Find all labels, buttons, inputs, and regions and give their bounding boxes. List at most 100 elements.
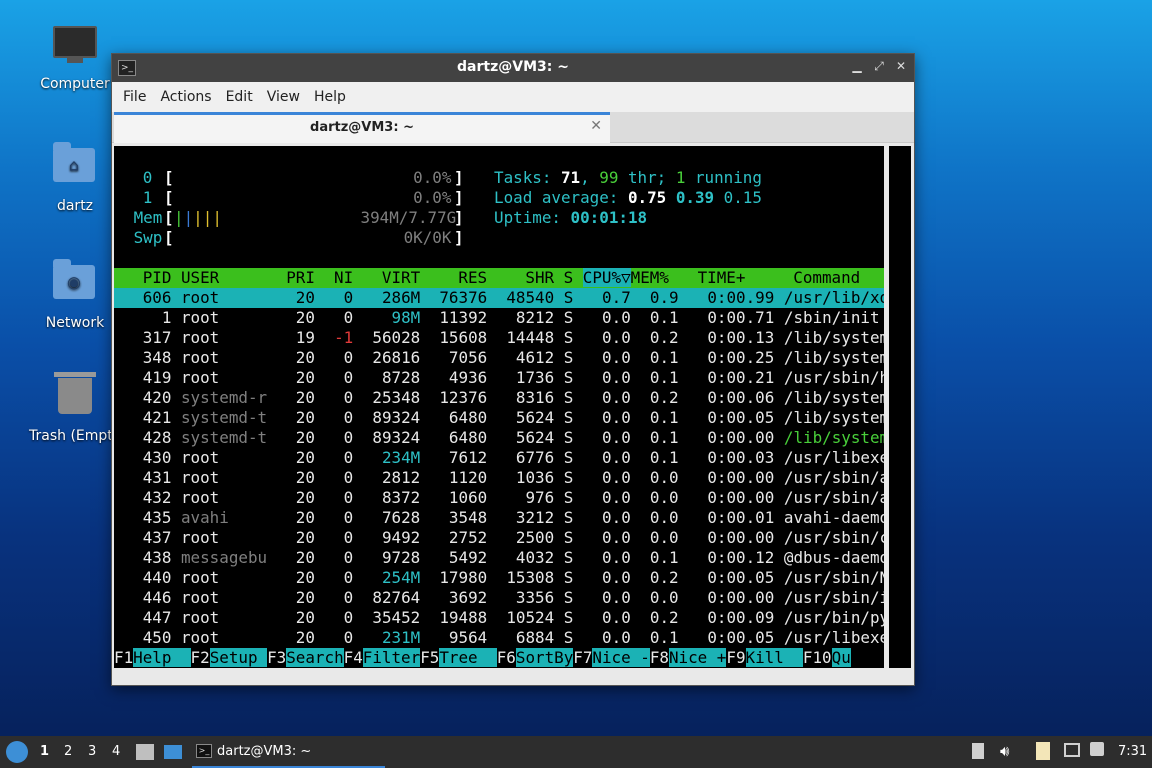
cell-space bbox=[573, 448, 583, 467]
table-row[interactable]: 437 root 20 0 9492 2752 2500 S 0.0 0.0 0… bbox=[114, 528, 884, 548]
cell-space bbox=[679, 428, 689, 447]
load-1min: 0.75 bbox=[627, 188, 667, 207]
fkey-f3[interactable]: F3Search bbox=[267, 648, 344, 667]
cell-state: S bbox=[563, 588, 574, 607]
cell-space bbox=[774, 548, 784, 567]
cell-space bbox=[353, 468, 363, 487]
desktop-icon-home[interactable]: ⌂ dartz bbox=[30, 140, 120, 214]
cell-cpu: 0.0 bbox=[582, 428, 631, 447]
cell-space bbox=[774, 588, 784, 607]
cell-space bbox=[573, 348, 583, 367]
table-row[interactable]: 450 root 20 0 231M 9564 6884 S 0.0 0.1 0… bbox=[114, 628, 884, 648]
cell-space bbox=[267, 308, 277, 327]
desktop-icon-network[interactable]: ◉ Network bbox=[30, 257, 120, 331]
cell-space bbox=[774, 488, 784, 507]
cell-pid: 432 bbox=[114, 488, 172, 507]
window-titlebar[interactable]: >_ dartz@VM3: ~ ▁ ⤢ ✕ bbox=[112, 54, 914, 82]
start-menu-icon[interactable] bbox=[6, 741, 28, 763]
table-row[interactable]: 430 root 20 0 234M 7612 6776 S 0.0 0.1 0… bbox=[114, 448, 884, 468]
network-icon[interactable] bbox=[1064, 743, 1080, 757]
fkey-f2[interactable]: F2Setup bbox=[191, 648, 268, 667]
cell-time: 0:00.00 bbox=[688, 468, 775, 487]
cell-space bbox=[573, 628, 583, 647]
clipboard-icon[interactable] bbox=[1036, 742, 1050, 760]
cell-pri: 20 bbox=[276, 628, 315, 647]
cell-space bbox=[267, 428, 277, 447]
cell-space bbox=[487, 548, 497, 567]
fkey-f7[interactable]: F7Nice - bbox=[573, 648, 650, 667]
table-row[interactable]: 317 root 19 -1 56028 15608 14448 S 0.0 0… bbox=[114, 328, 884, 348]
process-table-header[interactable]: PID USER PRI NI VIRT RES SHR S CPU%▽MEM%… bbox=[114, 268, 884, 288]
fkey-f1[interactable]: F1Help bbox=[114, 648, 191, 667]
table-row[interactable]: 428 systemd-t 20 0 89324 6480 5624 S 0.0… bbox=[114, 428, 884, 448]
cell-space bbox=[353, 448, 363, 467]
cell-space bbox=[679, 568, 689, 587]
table-row[interactable]: 446 root 20 0 82764 3692 3356 S 0.0 0.0 … bbox=[114, 588, 884, 608]
cell-pri: 20 bbox=[276, 508, 315, 527]
cell-space bbox=[631, 608, 641, 627]
cell-pri: 20 bbox=[276, 408, 315, 427]
minimize-icon[interactable]: ▁ bbox=[848, 59, 866, 73]
cell-res: 7056 bbox=[429, 348, 488, 367]
fkey-label: Filter bbox=[362, 648, 421, 667]
workspace-1[interactable]: 1 bbox=[40, 744, 49, 759]
workspace-4[interactable]: 4 bbox=[112, 744, 120, 759]
cell-space bbox=[679, 468, 689, 487]
workspace-2[interactable]: 2 bbox=[64, 744, 72, 759]
show-desktop-icon[interactable] bbox=[136, 744, 154, 760]
terminal-content[interactable]: 0[ 0.0%] 1[ 0.0%] Mem[||||| 394M/7.77G] … bbox=[114, 146, 884, 668]
cell-space bbox=[487, 508, 497, 527]
fkey-label: Setup bbox=[209, 648, 268, 667]
cell-mem: 0.9 bbox=[640, 288, 679, 307]
cell-space bbox=[267, 368, 277, 387]
table-row[interactable]: 431 root 20 0 2812 1120 1036 S 0.0 0.0 0… bbox=[114, 468, 884, 488]
workspace-3[interactable]: 3 bbox=[88, 744, 96, 759]
table-row[interactable]: 1 root 20 0 98M 11392 8212 S 0.0 0.1 0:0… bbox=[114, 308, 884, 328]
notifications-icon[interactable] bbox=[1090, 742, 1104, 756]
menu-help[interactable]: Help bbox=[307, 89, 353, 105]
cell-mem: 0.1 bbox=[640, 368, 679, 387]
clock[interactable]: 7:31 bbox=[1118, 744, 1147, 759]
tab-terminal[interactable]: dartz@VM3: ~ ✕ bbox=[114, 112, 610, 143]
tab-close-icon[interactable]: ✕ bbox=[590, 118, 602, 134]
menu-file[interactable]: File bbox=[116, 89, 153, 105]
fkey-f6[interactable]: F6SortBy bbox=[497, 648, 574, 667]
table-row[interactable]: 606 root 20 0 286M 76376 48540 S 0.7 0.9… bbox=[114, 288, 884, 308]
fkey-f4[interactable]: F4Filter bbox=[344, 648, 421, 667]
table-row[interactable]: 440 root 20 0 254M 17980 15308 S 0.0 0.2… bbox=[114, 568, 884, 588]
menu-actions[interactable]: Actions bbox=[153, 89, 218, 105]
fkey-f9[interactable]: F9Kill bbox=[726, 648, 803, 667]
cell-space bbox=[315, 508, 325, 527]
cell-space bbox=[171, 428, 181, 447]
taskbar-task-terminal[interactable]: >_ dartz@VM3: ~ bbox=[192, 738, 385, 768]
table-row[interactable]: 421 systemd-t 20 0 89324 6480 5624 S 0.0… bbox=[114, 408, 884, 428]
cell-command: /usr/sbin/ac bbox=[783, 468, 884, 487]
table-row[interactable]: 435 avahi 20 0 7628 3548 3212 S 0.0 0.0 … bbox=[114, 508, 884, 528]
terminal-window[interactable]: >_ dartz@VM3: ~ ▁ ⤢ ✕ File Actions Edit … bbox=[111, 53, 915, 686]
table-row[interactable]: 432 root 20 0 8372 1060 976 S 0.0 0.0 0:… bbox=[114, 488, 884, 508]
removable-media-icon[interactable] bbox=[972, 743, 984, 759]
fkey-f10[interactable]: F10Qu bbox=[803, 648, 851, 667]
cell-pid: 428 bbox=[114, 428, 172, 447]
table-row[interactable]: 438 messagebu 20 0 9728 5492 4032 S 0.0 … bbox=[114, 548, 884, 568]
fkey-f8[interactable]: F8Nice + bbox=[650, 648, 727, 667]
table-row[interactable]: 348 root 20 0 26816 7056 4612 S 0.0 0.1 … bbox=[114, 348, 884, 368]
table-row[interactable]: 447 root 20 0 35452 19488 10524 S 0.0 0.… bbox=[114, 608, 884, 628]
close-icon[interactable]: ✕ bbox=[892, 59, 910, 73]
tasks-threads: 99 bbox=[599, 168, 619, 187]
desktop-icon-computer[interactable]: Computer bbox=[30, 22, 120, 92]
cpu-meter-bracket: ] bbox=[454, 168, 464, 187]
maximize-icon[interactable]: ⤢ bbox=[870, 59, 888, 74]
fkey-f5[interactable]: F5Tree bbox=[420, 648, 497, 667]
cell-shr: 2500 bbox=[496, 528, 555, 547]
cell-user: root bbox=[180, 368, 268, 387]
cell-shr: 14448 bbox=[496, 328, 555, 347]
menu-view[interactable]: View bbox=[260, 89, 307, 105]
cell-space bbox=[679, 508, 689, 527]
menu-edit[interactable]: Edit bbox=[219, 89, 260, 105]
volume-icon[interactable]: 🔊︎ bbox=[1000, 742, 1009, 760]
terminal-scrollbar[interactable] bbox=[889, 146, 911, 668]
table-row[interactable]: 420 systemd-r 20 0 25348 12376 8316 S 0.… bbox=[114, 388, 884, 408]
window-switcher-icon[interactable] bbox=[164, 745, 182, 759]
table-row[interactable]: 419 root 20 0 8728 4936 1736 S 0.0 0.1 0… bbox=[114, 368, 884, 388]
